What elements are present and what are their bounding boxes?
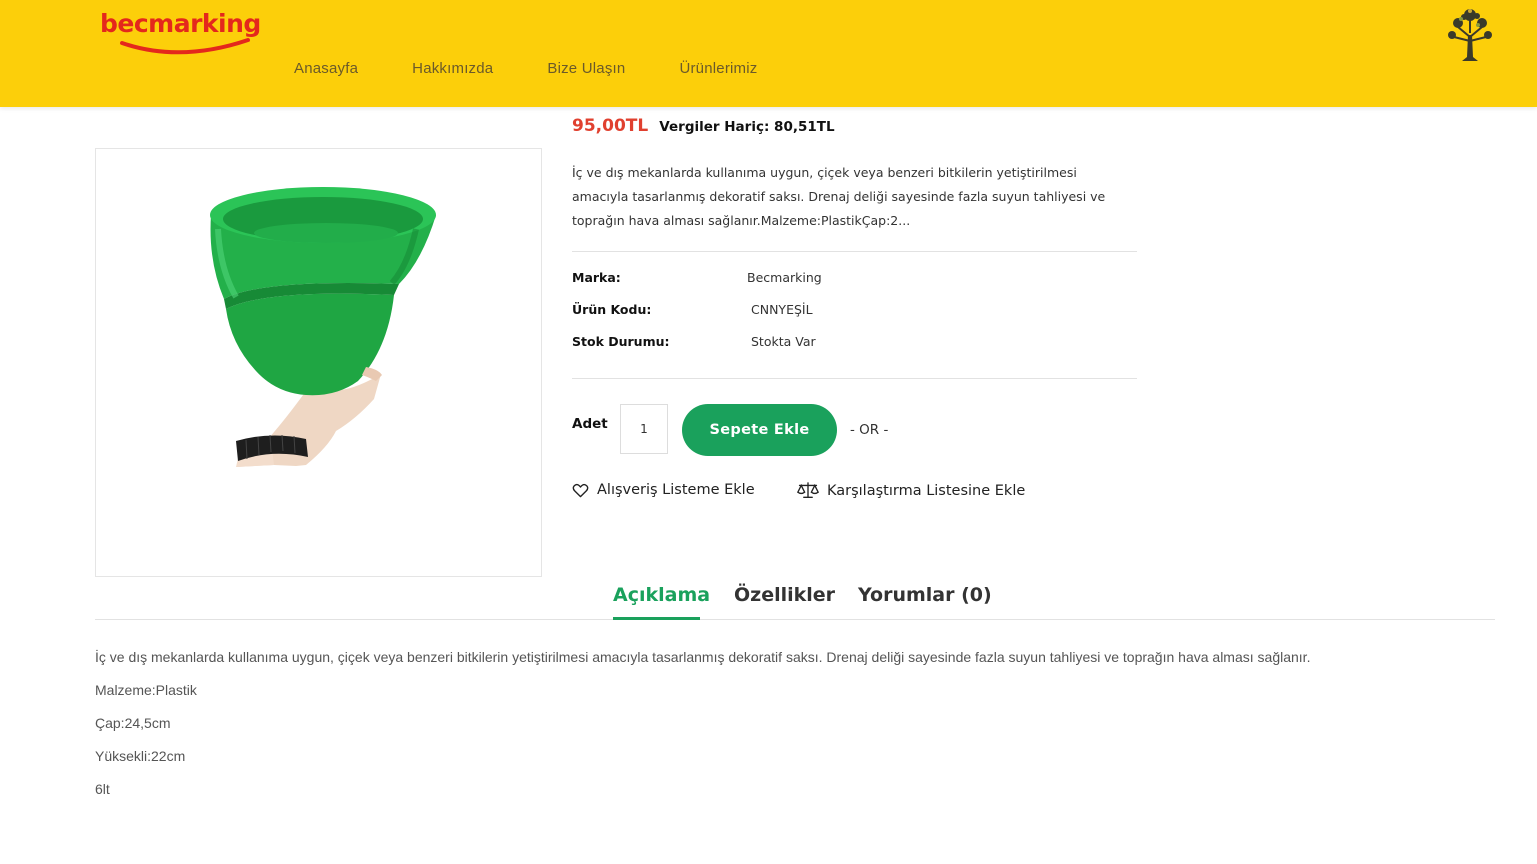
compare-label: Karşılaştırma Listesine Ekle — [827, 482, 1026, 499]
active-tab-indicator — [613, 617, 700, 620]
description-paragraph: İç ve dış mekanlarda kullanıma uygun, çi… — [95, 649, 1311, 665]
divider — [572, 251, 1137, 252]
tabs-divider — [95, 619, 1495, 620]
description-diameter: Çap:24,5cm — [95, 715, 171, 731]
spec-value: Stokta Var — [751, 334, 816, 349]
spec-label: Marka: — [572, 270, 621, 285]
site-header: becmarking Anasayfa Hakkımızda Bize Ulaş… — [0, 0, 1537, 107]
product-image[interactable] — [95, 148, 542, 577]
tab-description[interactable]: Açıklama — [613, 584, 710, 606]
main-nav: Anasayfa Hakkımızda Bize Ulaşın Ürünleri… — [294, 60, 811, 77]
tab-reviews[interactable]: Yorumlar (0) — [858, 584, 992, 606]
price-ex-tax: Vergiler Hariç: 80,51TL — [659, 119, 835, 135]
description-volume: 6lt — [95, 781, 110, 797]
green-flower-pot-image — [210, 187, 436, 467]
nav-home[interactable]: Anasayfa — [294, 60, 358, 77]
scale-icon — [797, 482, 819, 498]
wishlist-label: Alışveriş Listeme Ekle — [597, 482, 755, 498]
spec-label: Stok Durumu: — [572, 334, 670, 349]
nav-about[interactable]: Hakkımızda — [412, 60, 493, 77]
short-description: İç ve dış mekanlarda kullanıma uygun, çi… — [572, 165, 1106, 228]
spec-label: Ürün Kodu: — [572, 302, 652, 317]
spec-value[interactable]: Becmarking — [747, 270, 822, 285]
description-height: Yüksekli:22cm — [95, 748, 186, 764]
description-material: Malzeme:Plastik — [95, 682, 197, 698]
or-separator: - OR - — [850, 422, 889, 438]
quantity-input[interactable] — [620, 404, 668, 454]
add-to-cart-button[interactable]: Sepete Ekle — [682, 404, 837, 456]
nav-contact[interactable]: Bize Ulaşın — [547, 60, 625, 77]
logo-swoosh-icon — [120, 38, 250, 55]
logo-text: becmarking — [100, 9, 261, 38]
nav-products[interactable]: Ürünlerimiz — [679, 60, 757, 77]
tab-specifications[interactable]: Özellikler — [734, 584, 835, 606]
add-to-wishlist-link[interactable]: Alışveriş Listeme Ekle — [572, 482, 755, 498]
add-to-compare-link[interactable]: Karşılaştırma Listesine Ekle — [797, 482, 1025, 499]
tree-icon[interactable] — [1444, 5, 1496, 63]
quantity-label: Adet — [572, 416, 608, 432]
spec-value: CNNYEŞİL — [751, 302, 813, 317]
heart-icon — [572, 483, 589, 497]
site-logo[interactable]: becmarking — [100, 9, 261, 59]
divider — [572, 378, 1137, 379]
product-price: 95,00TL — [572, 116, 649, 136]
price-row: 95,00TL Vergiler Hariç: 80,51TL — [572, 116, 835, 136]
